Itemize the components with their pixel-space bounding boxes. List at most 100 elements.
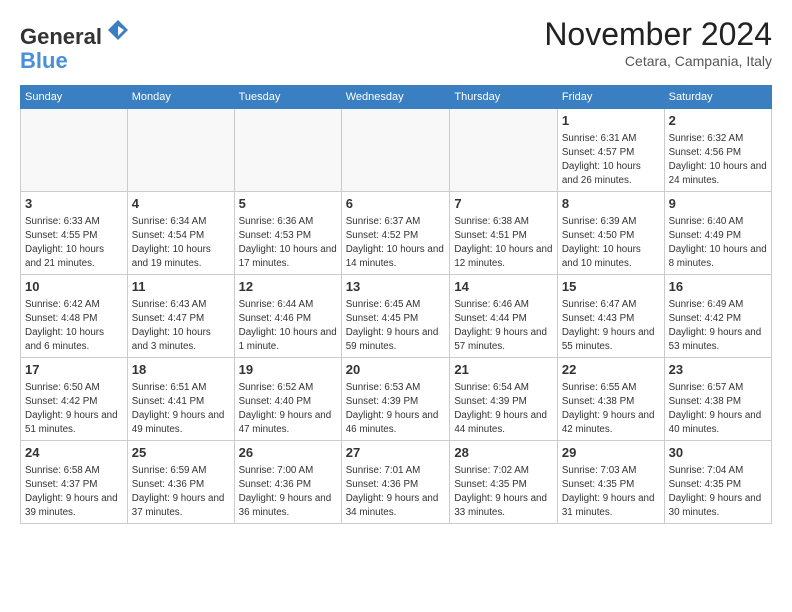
day-number: 9 (669, 195, 767, 213)
day-number: 29 (562, 444, 660, 462)
day-number: 10 (25, 278, 123, 296)
weekday-header: Thursday (450, 86, 558, 109)
week-row: 1Sunrise: 6:31 AM Sunset: 4:57 PM Daylig… (21, 109, 772, 192)
day-number: 22 (562, 361, 660, 379)
calendar-cell: 28Sunrise: 7:02 AM Sunset: 4:35 PM Dayli… (450, 441, 558, 524)
day-info: Sunrise: 6:51 AM Sunset: 4:41 PM Dayligh… (132, 381, 230, 438)
day-number: 20 (346, 361, 446, 379)
calendar-cell: 26 Sunrise: 7:00 AM Sunset: 4:36 PM Dayli… (234, 441, 341, 524)
day-number: 19 (239, 361, 337, 379)
header: General Blue November 2024 Cetara, Campa… (20, 16, 772, 73)
week-row: 3 Sunrise: 6:33 AM Sunset: 4:55 PM Daylig… (21, 192, 772, 275)
day-number: 16 (669, 278, 767, 296)
day-info: Sunrise: 6:52 AM Sunset: 4:40 PM Dayligh… (239, 381, 337, 438)
calendar-cell: 3 Sunrise: 6:33 AM Sunset: 4:55 PM Daylig… (21, 192, 128, 275)
calendar-cell: 30Sunrise: 7:04 AM Sunset: 4:35 PM Dayli… (664, 441, 771, 524)
calendar-cell: 11 Sunrise: 6:43 AM Sunset: 4:47 PM Dayli… (127, 275, 234, 358)
day-number: 15 (562, 278, 660, 296)
calendar-cell: 4Sunrise: 6:34 AM Sunset: 4:54 PM Daylig… (127, 192, 234, 275)
calendar-cell: 10 Sunrise: 6:42 AM Sunset: 4:48 PM Dayli… (21, 275, 128, 358)
calendar-cell (450, 109, 558, 192)
calendar-cell: 16Sunrise: 6:49 AM Sunset: 4:42 PM Dayli… (664, 275, 771, 358)
day-number: 21 (454, 361, 553, 379)
weekday-header: Tuesday (234, 86, 341, 109)
day-number: 23 (669, 361, 767, 379)
week-row: 24Sunrise: 6:58 AM Sunset: 4:37 PM Dayli… (21, 441, 772, 524)
day-info: Sunrise: 6:55 AM Sunset: 4:38 PM Dayligh… (562, 381, 660, 438)
calendar-cell (341, 109, 450, 192)
week-row: 10 Sunrise: 6:42 AM Sunset: 4:48 PM Dayli… (21, 275, 772, 358)
day-info: Sunrise: 6:37 AM Sunset: 4:52 PM Dayligh… (346, 215, 446, 272)
day-number: 8 (562, 195, 660, 213)
calendar-cell: 21 Sunrise: 6:54 AM Sunset: 4:39 PM Dayli… (450, 358, 558, 441)
day-info: Sunrise: 6:39 AM Sunset: 4:50 PM Dayligh… (562, 215, 660, 272)
calendar-cell: 5 Sunrise: 6:36 AM Sunset: 4:53 PM Daylig… (234, 192, 341, 275)
calendar-cell (21, 109, 128, 192)
day-number: 11 (132, 278, 230, 296)
title-block: November 2024 Cetara, Campania, Italy (544, 16, 772, 69)
calendar-cell: 19 Sunrise: 6:52 AM Sunset: 4:40 PM Dayli… (234, 358, 341, 441)
day-info: Sunrise: 6:34 AM Sunset: 4:54 PM Dayligh… (132, 215, 230, 272)
day-info: Sunrise: 6:40 AM Sunset: 4:49 PM Dayligh… (669, 215, 767, 272)
calendar-table: SundayMondayTuesdayWednesdayThursdayFrid… (20, 85, 772, 524)
day-number: 26 (239, 444, 337, 462)
calendar-cell: 24Sunrise: 6:58 AM Sunset: 4:37 PM Dayli… (21, 441, 128, 524)
weekday-header: Saturday (664, 86, 771, 109)
calendar-cell: 27 Sunrise: 7:01 AM Sunset: 4:36 PM Dayli… (341, 441, 450, 524)
calendar-cell: 17 Sunrise: 6:50 AM Sunset: 4:42 PM Dayli… (21, 358, 128, 441)
day-info: Sunrise: 7:00 AM Sunset: 4:36 PM Dayligh… (239, 464, 337, 521)
day-info: Sunrise: 6:50 AM Sunset: 4:42 PM Dayligh… (25, 381, 123, 438)
calendar-cell: 20 Sunrise: 6:53 AM Sunset: 4:39 PM Dayli… (341, 358, 450, 441)
day-info: Sunrise: 7:01 AM Sunset: 4:36 PM Dayligh… (346, 464, 446, 521)
day-number: 7 (454, 195, 553, 213)
day-info: Sunrise: 6:32 AM Sunset: 4:56 PM Dayligh… (669, 132, 767, 189)
day-number: 5 (239, 195, 337, 213)
calendar-cell: 9 Sunrise: 6:40 AM Sunset: 4:49 PM Daylig… (664, 192, 771, 275)
day-info: Sunrise: 6:58 AM Sunset: 4:37 PM Dayligh… (25, 464, 123, 521)
calendar-cell: 14Sunrise: 6:46 AM Sunset: 4:44 PM Dayli… (450, 275, 558, 358)
day-info: Sunrise: 7:04 AM Sunset: 4:35 PM Dayligh… (669, 464, 767, 521)
calendar-cell (127, 109, 234, 192)
day-info: Sunrise: 6:31 AM Sunset: 4:57 PM Dayligh… (562, 132, 660, 189)
month-title: November 2024 (544, 16, 772, 53)
day-info: Sunrise: 6:42 AM Sunset: 4:48 PM Dayligh… (25, 298, 123, 355)
page: General Blue November 2024 Cetara, Campa… (0, 0, 792, 534)
weekday-header-row: SundayMondayTuesdayWednesdayThursdayFrid… (21, 86, 772, 109)
day-number: 14 (454, 278, 553, 296)
week-row: 17 Sunrise: 6:50 AM Sunset: 4:42 PM Dayli… (21, 358, 772, 441)
day-info: Sunrise: 6:45 AM Sunset: 4:45 PM Dayligh… (346, 298, 446, 355)
day-info: Sunrise: 6:33 AM Sunset: 4:55 PM Dayligh… (25, 215, 123, 272)
day-info: Sunrise: 6:54 AM Sunset: 4:39 PM Dayligh… (454, 381, 553, 438)
day-number: 17 (25, 361, 123, 379)
logo-icon (104, 16, 132, 44)
calendar-cell: 1Sunrise: 6:31 AM Sunset: 4:57 PM Daylig… (557, 109, 664, 192)
location: Cetara, Campania, Italy (544, 53, 772, 69)
logo-blue: Blue (20, 48, 68, 73)
day-info: Sunrise: 6:38 AM Sunset: 4:51 PM Dayligh… (454, 215, 553, 272)
day-number: 2 (669, 112, 767, 130)
calendar-cell: 12Sunrise: 6:44 AM Sunset: 4:46 PM Dayli… (234, 275, 341, 358)
calendar-cell: 22 Sunrise: 6:55 AM Sunset: 4:38 PM Dayli… (557, 358, 664, 441)
calendar-cell: 25Sunrise: 6:59 AM Sunset: 4:36 PM Dayli… (127, 441, 234, 524)
logo: General Blue (20, 16, 132, 73)
day-number: 6 (346, 195, 446, 213)
day-info: Sunrise: 6:53 AM Sunset: 4:39 PM Dayligh… (346, 381, 446, 438)
calendar-cell: 7 Sunrise: 6:38 AM Sunset: 4:51 PM Daylig… (450, 192, 558, 275)
calendar-cell: 13Sunrise: 6:45 AM Sunset: 4:45 PM Dayli… (341, 275, 450, 358)
calendar-cell (234, 109, 341, 192)
calendar-cell: 23 Sunrise: 6:57 AM Sunset: 4:38 PM Dayli… (664, 358, 771, 441)
calendar-cell: 18Sunrise: 6:51 AM Sunset: 4:41 PM Dayli… (127, 358, 234, 441)
logo-text: General Blue (20, 16, 132, 73)
calendar-cell: 2 Sunrise: 6:32 AM Sunset: 4:56 PM Daylig… (664, 109, 771, 192)
day-number: 3 (25, 195, 123, 213)
calendar-cell: 15Sunrise: 6:47 AM Sunset: 4:43 PM Dayli… (557, 275, 664, 358)
weekday-header: Friday (557, 86, 664, 109)
calendar-cell: 29 Sunrise: 7:03 AM Sunset: 4:35 PM Dayli… (557, 441, 664, 524)
day-info: Sunrise: 6:57 AM Sunset: 4:38 PM Dayligh… (669, 381, 767, 438)
day-number: 12 (239, 278, 337, 296)
day-number: 28 (454, 444, 553, 462)
day-info: Sunrise: 7:03 AM Sunset: 4:35 PM Dayligh… (562, 464, 660, 521)
day-info: Sunrise: 6:36 AM Sunset: 4:53 PM Dayligh… (239, 215, 337, 272)
day-info: Sunrise: 6:43 AM Sunset: 4:47 PM Dayligh… (132, 298, 230, 355)
day-number: 27 (346, 444, 446, 462)
